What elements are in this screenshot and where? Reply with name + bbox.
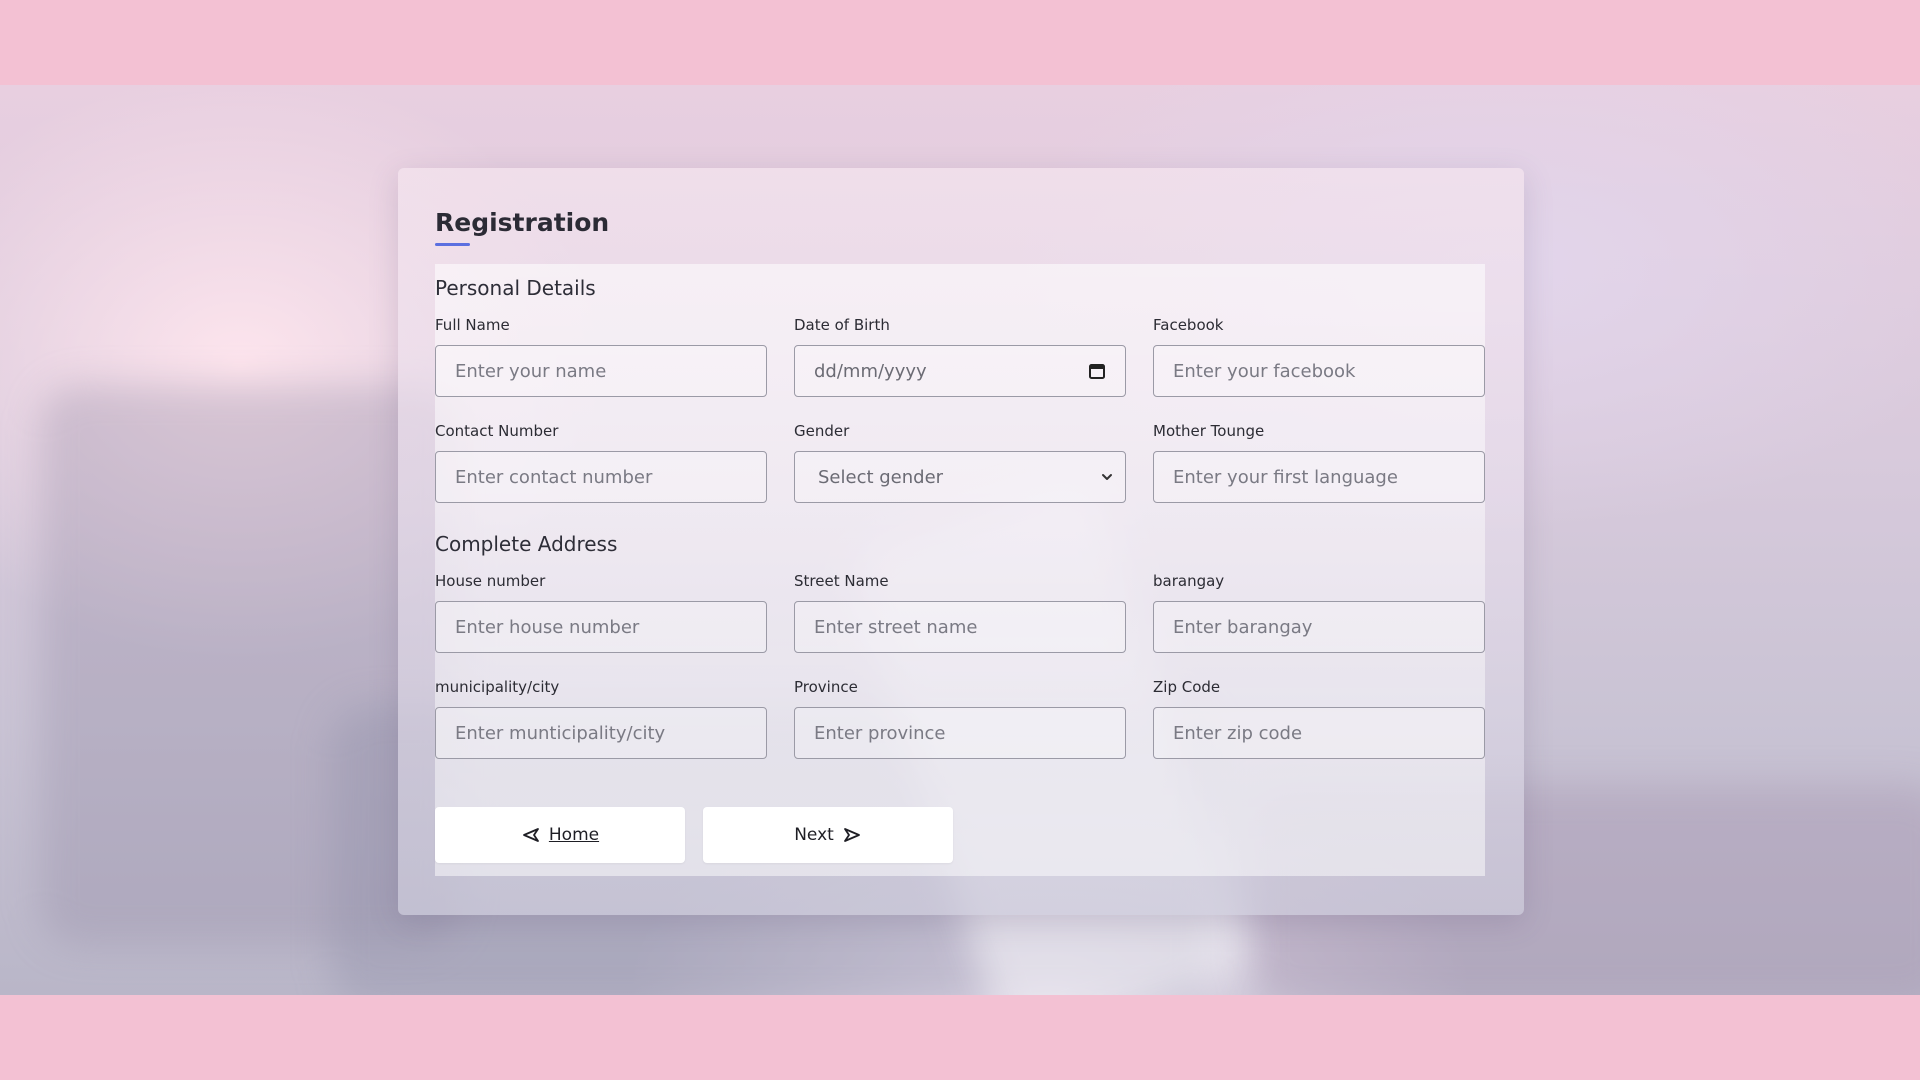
field-facebook: Facebook [1153,316,1485,397]
province-input[interactable] [794,707,1126,759]
field-label: municipality/city [435,678,560,696]
field-full-name: Full Name [435,316,767,397]
field-label: Date of Birth [794,316,890,334]
field-contact-number: Contact Number [435,422,767,503]
home-button-label: Home [548,825,600,845]
zip-code-input[interactable] [1153,707,1485,759]
field-municipality-city: municipality/city [435,678,767,759]
field-label: Zip Code [1153,678,1221,696]
page: Registration Personal Details Full Name … [0,0,1920,1080]
gender-selected-value: Select gender [818,466,944,488]
field-date-of-birth: Date of Birth dd/mm/yyyy [794,316,1126,397]
field-gender: Gender Select gender [794,422,1126,503]
form-panel: Personal Details Full Name Date of Birth… [435,264,1485,876]
field-province: Province [794,678,1126,759]
street-name-input[interactable] [794,601,1126,653]
calendar-icon[interactable] [1088,362,1106,380]
next-button[interactable]: Next [703,807,953,863]
contact-number-input[interactable] [435,451,767,503]
field-label: Facebook [1153,316,1224,334]
field-label: Mother Tounge [1153,422,1265,440]
arrow-right-icon [843,828,860,842]
chevron-down-icon [1102,474,1112,480]
field-label: House number [435,572,546,590]
mother-tongue-input[interactable] [1153,451,1485,503]
barangay-input[interactable] [1153,601,1485,653]
field-label: Contact Number [435,422,559,440]
field-zip-code: Zip Code [1153,678,1485,759]
date-of-birth-input[interactable]: dd/mm/yyyy [794,345,1126,397]
form-title: Registration [435,208,610,237]
municipality-city-input[interactable] [435,707,767,759]
field-mother-tongue: Mother Tounge [1153,422,1485,503]
field-label: barangay [1153,572,1225,590]
house-number-input[interactable] [435,601,767,653]
field-label: Full Name [435,316,510,334]
registration-form: Registration Personal Details Full Name … [398,168,1524,915]
field-street-name: Street Name [794,572,1126,653]
next-button-label: Next [794,825,834,845]
full-name-input[interactable] [435,345,767,397]
date-format-text: dd/mm/yyyy [814,360,927,382]
gender-select[interactable]: Select gender [794,451,1126,503]
section-title-personal-details: Personal Details [435,276,596,300]
field-label: Street Name [794,572,889,590]
home-button[interactable]: Home [435,807,685,863]
arrow-left-icon [522,828,539,842]
facebook-input[interactable] [1153,345,1485,397]
title-underline [435,243,470,246]
field-label: Gender [794,422,850,440]
section-title-complete-address: Complete Address [435,532,618,556]
field-label: Province [794,678,858,696]
field-barangay: barangay [1153,572,1485,653]
field-house-number: House number [435,572,767,653]
